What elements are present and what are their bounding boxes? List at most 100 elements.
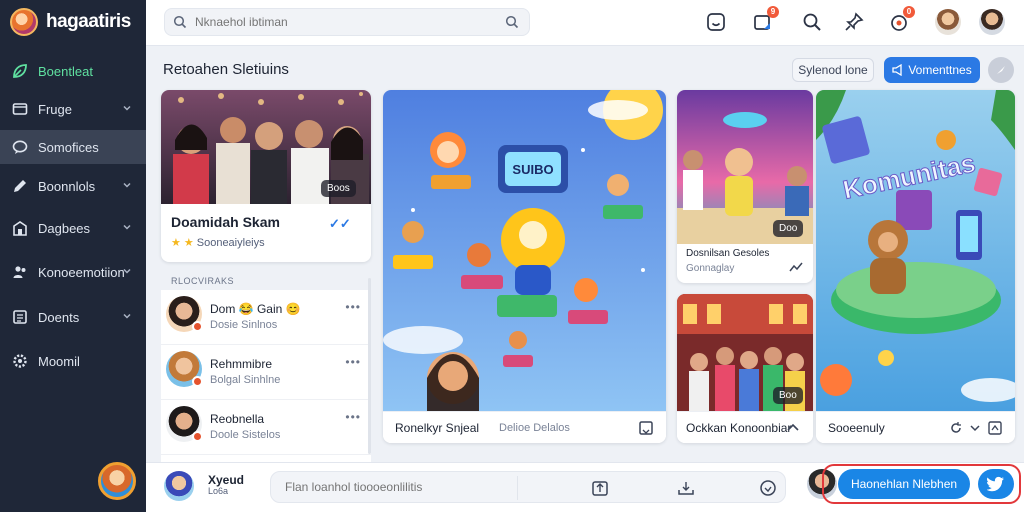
chevron-down-icon [123, 313, 131, 319]
highlight-outline [822, 464, 1021, 504]
search-icon[interactable] [801, 11, 823, 33]
notification-button[interactable]: 0 [888, 6, 915, 33]
cartoon-illustration: SUIBO [383, 90, 666, 411]
list-item-sub: Doole Sistelos [210, 429, 281, 441]
user-avatar[interactable] [979, 9, 1005, 35]
list-item[interactable]: Reobnella Doole Sistelos ••• [161, 400, 371, 455]
list-item-sub: Bolgal Sinhlne [210, 374, 281, 386]
chevron-down-icon [123, 182, 131, 188]
chevron-down-icon[interactable] [969, 422, 981, 434]
brand[interactable]: hagaatiris [10, 8, 131, 36]
feature-subtitle-text: Sooneaiyleiys [196, 236, 265, 249]
sidebar-item-dagbees[interactable]: Dagbees [0, 211, 146, 245]
photo-count: Doo [773, 220, 804, 237]
notification-badge: 0 [903, 6, 915, 18]
leaf-icon [13, 64, 27, 78]
screen-sign: SUIBO [512, 162, 553, 177]
photo-count: Boo [773, 387, 803, 404]
upload-icon[interactable] [591, 479, 609, 497]
sidebar-item-fruge[interactable]: Fruge [0, 92, 146, 126]
featured-post-card[interactable]: SUIBO Ronelkyr Snjeal Delioe Delalos [383, 90, 666, 443]
more-icon[interactable]: ••• [345, 355, 361, 369]
sidebar-item-label: Fruge [38, 101, 72, 117]
post-card[interactable]: Boo Ockkan Konoonbiar [677, 294, 813, 443]
more-icon[interactable]: ••• [345, 300, 361, 314]
verified-icon: ✓✓ [329, 216, 351, 231]
sidebar-item-boonnlols[interactable]: Boonnlols [0, 169, 146, 203]
card-footer-text: Sooeenuly [828, 421, 885, 435]
feature-subtitle: ★ ★ Sooneaiyleiys [171, 236, 265, 250]
primary-button[interactable]: Vomenttnes [884, 57, 980, 83]
feature-card[interactable]: Boos Doamidah Skam ✓✓ ★ ★ Sooneaiyleiys [161, 90, 371, 262]
post-card[interactable]: Komunitas Sooeenuly [816, 90, 1015, 443]
inbox-button[interactable]: 9 [752, 6, 779, 33]
sidebar-item-label: Konoeemotiion [38, 264, 125, 280]
list-header: RLOCVIRAKS [171, 276, 235, 286]
star-icon: ★ [171, 237, 181, 249]
sidebar-item-somofices[interactable]: Somofices [0, 130, 146, 164]
card-title: Ronelkyr Snjeal [395, 421, 480, 435]
sidebar: hagaatiris Boentleat Fruge Somofices Boo… [0, 0, 146, 512]
bookmark-icon[interactable] [638, 420, 654, 436]
card-footer: Ockkan Konoonbiar [677, 411, 813, 443]
megaphone-icon [892, 64, 902, 76]
list-item[interactable]: Rehmmibre Bolgal Sinhlne ••• [161, 345, 371, 400]
search-submit-icon[interactable] [505, 15, 519, 29]
user-name-text: Xyeud [208, 473, 245, 487]
sidebar-item-label: Doents [38, 309, 80, 325]
flag-icon[interactable] [987, 420, 1003, 436]
topbar: 9 0 [146, 0, 1024, 46]
status-dot [192, 376, 203, 387]
feature-title: Doamidah Skam [171, 214, 280, 230]
profile-avatar[interactable] [98, 462, 136, 500]
scrollbar[interactable] [368, 278, 371, 454]
sidebar-item-label: Dagbees [38, 220, 91, 236]
compass-button[interactable] [988, 57, 1014, 83]
app-name: hagaatiris [46, 11, 131, 32]
composer-input[interactable] [285, 480, 505, 494]
app-logo [10, 8, 38, 36]
sidebar-item-label: Boentleat [38, 63, 93, 79]
sidebar-item-label: Boonnlols [38, 178, 96, 194]
community-illustration: Komunitas [816, 90, 1015, 411]
page-title: Retoahen Sletiuins [163, 61, 289, 78]
download-icon[interactable] [677, 479, 695, 497]
sidebar-item-label: Moomil [38, 353, 80, 369]
more-icon[interactable]: ••• [345, 410, 361, 424]
search-input[interactable] [195, 15, 505, 29]
user-avatar[interactable] [164, 471, 194, 501]
card-title: Dosnilsan Gesoles [686, 248, 770, 259]
pen-icon [14, 180, 26, 192]
chart-icon[interactable] [789, 260, 803, 274]
search-bar [164, 8, 530, 36]
sidebar-item-boentleat[interactable]: Boentleat [0, 54, 146, 88]
pin-icon[interactable] [843, 11, 865, 33]
sidebar-item-moomil[interactable]: Moomil [0, 344, 146, 378]
status-dot [192, 321, 203, 332]
people-icon [13, 266, 26, 278]
list-item-name: Rehmmibre [210, 357, 273, 371]
building-icon [13, 221, 27, 236]
list-item-name: Dom 😂 Gain 😊 [210, 302, 301, 316]
document-icon [13, 310, 27, 324]
sidebar-item-label: Somofices [38, 139, 99, 155]
sidebar-item-konoeemotiion[interactable]: Konoeemotiion [0, 255, 146, 289]
check-circle-icon[interactable] [759, 479, 777, 497]
status-dot [192, 431, 203, 442]
post-card[interactable]: Doo Dosnilsan Gesoles Gonnaglay [677, 90, 813, 283]
smile-icon[interactable] [705, 11, 727, 33]
refresh-icon[interactable] [949, 421, 963, 435]
chevron-up-icon[interactable] [785, 420, 801, 436]
user-name: Xyeud Lo6a [208, 473, 245, 497]
settings-icon [13, 354, 27, 368]
chat-icon [12, 140, 28, 154]
list-item[interactable]: Dom 😂 Gain 😊 Dosie Sinlnos ••• [161, 290, 371, 345]
user-avatar[interactable] [935, 9, 961, 35]
star-icon: ★ [183, 237, 194, 249]
sidebar-item-doents[interactable]: Doents [0, 300, 146, 334]
secondary-button[interactable]: Sylenod lone [792, 58, 874, 82]
compass-icon [997, 66, 1005, 74]
sidebar-nav: Boentleat Fruge Somofices Boonnlols Dagb… [0, 54, 146, 378]
photo-count: Boos [321, 180, 356, 197]
divider [517, 476, 518, 500]
